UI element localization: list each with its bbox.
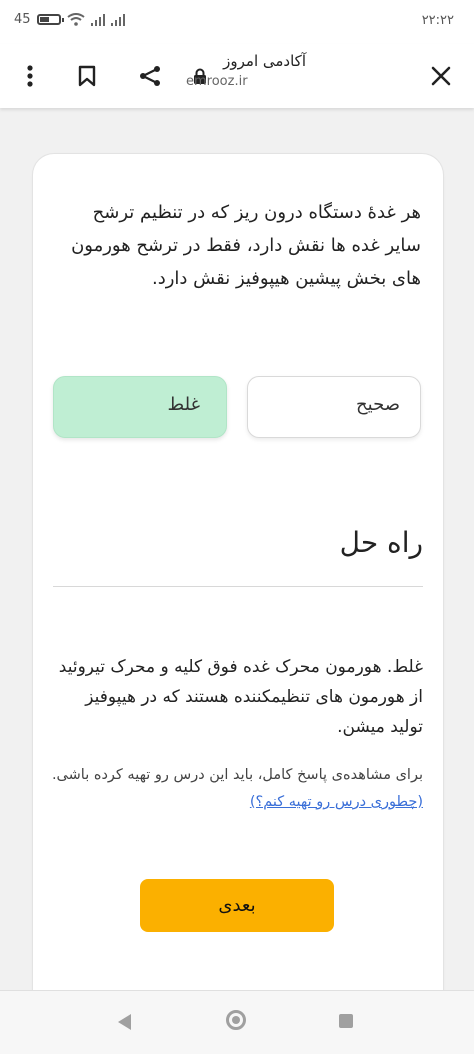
answer-true-button[interactable]: صحیح — [247, 376, 421, 438]
more-vert-icon[interactable] — [12, 58, 48, 94]
quiz-card: هر غدهٔ دستگاه درون ریز که در تنظیم ترشح… — [32, 153, 444, 1014]
page-url: emrooz.ir — [186, 74, 248, 89]
bookmark-icon[interactable] — [69, 58, 105, 94]
solution-note: برای مشاهده‌ی پاسخ کامل، باید این درس رو… — [51, 762, 423, 816]
signal-icon — [90, 13, 105, 26]
recents-icon[interactable] — [339, 1014, 353, 1028]
close-icon[interactable] — [423, 58, 459, 94]
divider — [53, 586, 423, 587]
url-bar[interactable]: آکادمی امروز emrooz.ir — [186, 52, 306, 89]
status-icons: 45 — [14, 12, 125, 27]
signal-icon-2 — [110, 13, 125, 26]
status-bar: 45 ۲۲:۲۲ — [0, 0, 474, 44]
browser-toolbar: آکادمی امروز emrooz.ir — [0, 44, 474, 108]
solution-text: غلط. هورمون محرک غده فوق کلیه و محرک تیر… — [58, 657, 423, 737]
wifi-icon — [66, 13, 85, 26]
how-to-buy-link[interactable]: (چطوری درس رو تهیه کنم؟) — [250, 794, 423, 810]
back-icon[interactable] — [118, 1014, 131, 1030]
system-nav-bar — [0, 990, 474, 1054]
battery-percent: 45 — [14, 12, 31, 27]
question-text: هر غدهٔ دستگاه درون ریز که در تنظیم ترشح… — [71, 202, 421, 289]
solution-note-text: برای مشاهده‌ی پاسخ کامل، باید این درس رو… — [51, 767, 423, 783]
answer-false-button[interactable]: غلط — [53, 376, 227, 438]
status-time: ۲۲:۲۲ — [421, 13, 454, 28]
battery-icon — [36, 14, 64, 25]
page-title: آکادمی امروز — [223, 52, 306, 70]
next-button[interactable]: بعدی — [140, 879, 334, 932]
share-icon[interactable] — [132, 58, 168, 94]
solution-title: راه حل — [339, 526, 423, 559]
home-icon[interactable] — [226, 1010, 246, 1030]
